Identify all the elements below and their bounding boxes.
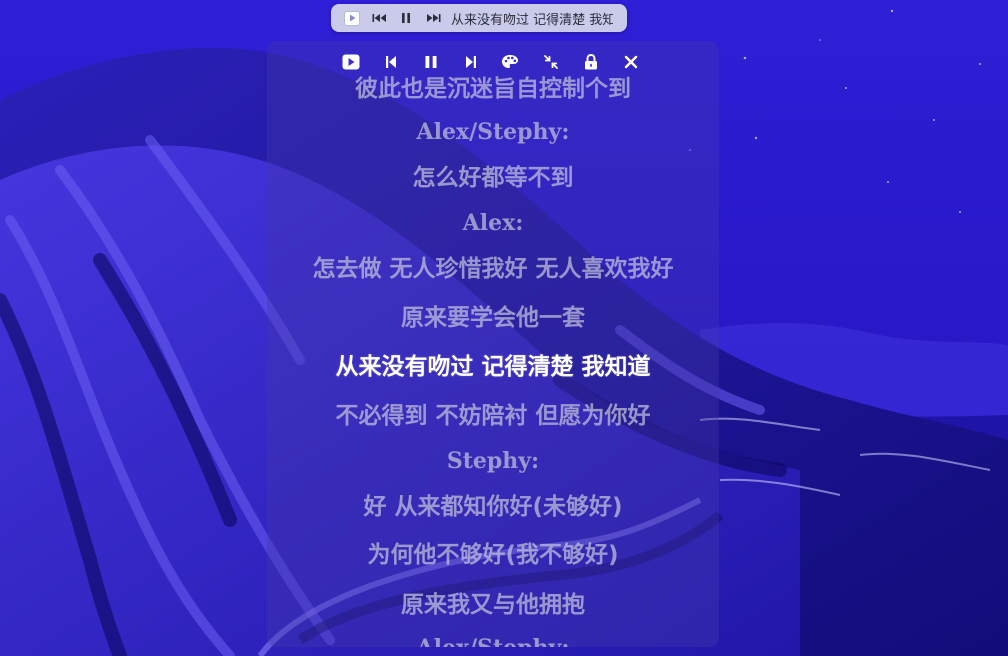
play-icon: [344, 10, 360, 26]
lyrics-panel: 彼此也是沉迷旨自控制个到 Alex/Stephy: 怎么好都等不到 Alex: …: [267, 41, 719, 647]
next-button[interactable]: [461, 52, 481, 72]
close-lyrics-button[interactable]: [621, 52, 641, 72]
pause-icon: [402, 13, 410, 23]
close-icon: [624, 55, 638, 69]
lyrics-toolbar: [267, 41, 719, 81]
next-icon: [466, 56, 476, 68]
now-playing-lyric: 从来没有吻过 记得清楚 我知道: [451, 12, 613, 28]
lyric-line: 不必得到 不妨陪衬 但愿为你好: [335, 403, 651, 429]
lyric-line: 原来我又与他拥抱: [401, 592, 585, 618]
lock-icon: [585, 54, 597, 70]
mini-previous-button[interactable]: [371, 10, 387, 26]
lyric-line: 怎去做 无人珍惜我好 无人喜欢我好: [312, 256, 674, 282]
singer-label: Alex/Stephy:: [416, 119, 570, 145]
lyric-line: 怎么好都等不到: [412, 165, 574, 191]
singer-label: Alex:: [462, 210, 524, 236]
play-button[interactable]: [341, 52, 361, 72]
current-lyric-line: 从来没有吻过 记得清楚 我知道: [335, 354, 651, 380]
mini-next-button[interactable]: [425, 10, 441, 26]
color-theme-button[interactable]: [500, 52, 520, 72]
singer-label: Alex/Stephy:: [267, 633, 719, 647]
mini-player-bar: 从来没有吻过 记得清楚 我知道: [331, 4, 627, 32]
previous-button[interactable]: [381, 52, 401, 72]
lock-lyrics-button[interactable]: [581, 52, 601, 72]
palette-icon: [502, 55, 518, 68]
play-icon: [342, 54, 360, 70]
lyrics-list: 彼此也是沉迷旨自控制个到 Alex/Stephy: 怎么好都等不到 Alex: …: [267, 41, 719, 647]
collapse-icon: [544, 55, 558, 69]
next-icon: [426, 14, 440, 22]
singer-label: Stephy:: [446, 448, 540, 474]
mini-play-button[interactable]: [344, 10, 360, 26]
lyric-line: 为何他不够好(我不够好): [367, 542, 619, 568]
previous-icon: [372, 14, 386, 22]
pause-icon: [425, 56, 437, 68]
lyric-line: 原来要学会他一套: [401, 305, 585, 331]
minimize-lyrics-button[interactable]: [541, 52, 561, 72]
lyric-line: 好 从来都知你好(未够好): [363, 494, 623, 520]
mini-pause-button[interactable]: [398, 10, 414, 26]
pause-button[interactable]: [421, 52, 441, 72]
previous-icon: [386, 56, 396, 68]
